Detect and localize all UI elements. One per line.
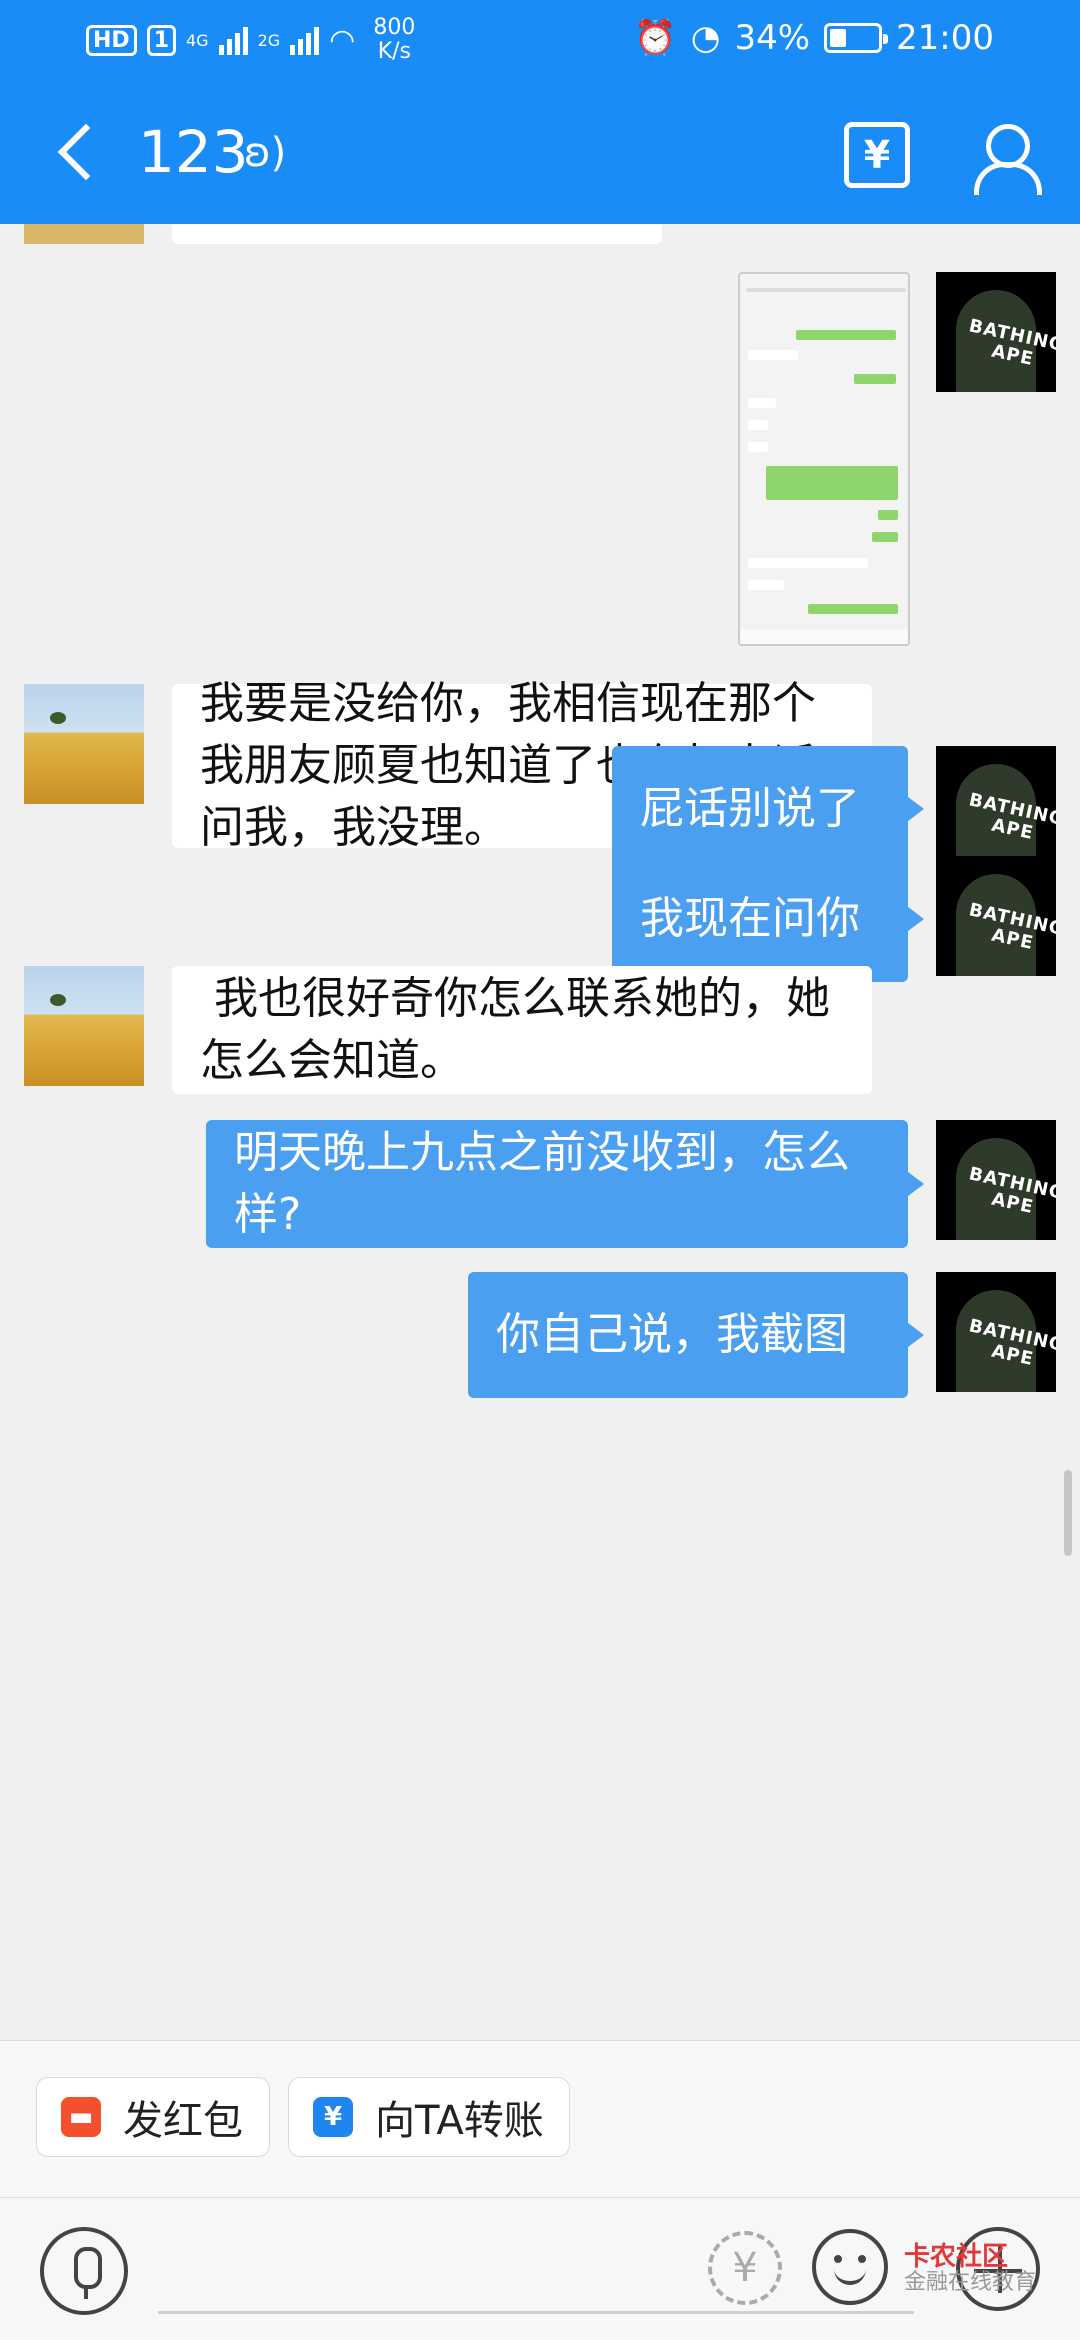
yuan-icon[interactable]: ¥ — [708, 2231, 782, 2305]
message-input[interactable] — [158, 2311, 914, 2314]
message-text: 我也很好奇你怎么联系她的，她怎么会知道。 — [200, 973, 830, 1086]
avatar-partial — [24, 224, 144, 244]
red-packet-button[interactable]: ▬ 发红包 — [36, 2077, 270, 2157]
hd-badge: HD — [86, 24, 137, 56]
ear-icon[interactable]: ʚ) — [244, 130, 286, 176]
clock: 21:00 — [896, 18, 994, 58]
my-avatar[interactable]: BATHING APE — [936, 856, 1056, 976]
wifi-icon: ◠ — [329, 22, 356, 58]
battery-icon — [824, 23, 889, 53]
message-bubble-outgoing[interactable]: 我现在问你 — [612, 856, 924, 982]
speed-unit: K/s — [377, 39, 411, 64]
red-packet-icon: ▬ — [61, 2097, 101, 2137]
red-packet-label: 发红包 — [123, 2098, 243, 2144]
chat-title: 123 — [138, 118, 249, 186]
battery-percent: 34% — [734, 18, 811, 58]
contact-avatar[interactable] — [24, 966, 144, 1086]
message-bubble-outgoing[interactable]: 你自己说，我截图 — [468, 1272, 924, 1398]
signal-icon-2 — [290, 25, 320, 55]
transfer-icon[interactable]: ¥ — [844, 122, 910, 188]
my-avatar[interactable]: BATHING APE — [936, 1120, 1056, 1240]
back-arrow-icon[interactable] — [44, 118, 114, 188]
sim-badge: 1 — [146, 24, 176, 56]
avatar-logo-text: BATHING APE — [967, 315, 1056, 370]
scrollbar[interactable] — [1064, 1470, 1072, 1556]
network-type-1: 4G — [186, 30, 209, 50]
my-avatar[interactable]: BATHING APE — [936, 272, 1056, 392]
app-header: HD 1 4G 2G ◠ 800 K/s ⏰ ◔ 34% 21:00 123 ʚ… — [0, 0, 1080, 224]
nav-bar: 123 ʚ) ¥ — [0, 100, 1080, 210]
alarm-icon: ⏰ — [634, 18, 677, 58]
watermark-line2: 金融在线教育 — [904, 2270, 1037, 2295]
message-bubble-outgoing[interactable]: 屁话别说了 — [612, 746, 924, 872]
microphone-icon[interactable] — [40, 2227, 128, 2315]
watermark-line1: 卡农社区 — [904, 2242, 1009, 2272]
data-saver-icon: ◔ — [690, 18, 721, 58]
status-bar: HD 1 4G 2G ◠ 800 K/s ⏰ ◔ 34% 21:00 — [0, 0, 1080, 80]
network-type-2: 2G — [257, 30, 281, 50]
my-avatar[interactable]: BATHING APE — [936, 1272, 1056, 1392]
network-speed: 800 K/s — [373, 16, 415, 64]
message-bubble-outgoing[interactable]: 明天晚上九点之前没收到，怎么样? — [206, 1120, 924, 1248]
message-text: 屁话别说了 — [640, 783, 860, 834]
speed-value: 800 — [373, 15, 416, 40]
profile-icon[interactable] — [972, 122, 1042, 195]
chat-area[interactable]: BATHING APE 我要是没给你，我相信现在那个我朋友顾夏也知道了也在打电话问… — [0, 224, 1080, 2040]
message-text: 你自己说，我截图 — [496, 1309, 848, 1360]
transfer-button[interactable]: ¥ 向TA转账 — [288, 2077, 570, 2157]
partial-message-bubble — [172, 224, 662, 244]
contact-avatar[interactable] — [24, 684, 144, 804]
message-text: 我现在问你 — [640, 893, 860, 944]
image-message[interactable] — [738, 272, 910, 646]
message-bubble-incoming[interactable]: 我也很好奇你怎么联系她的，她怎么会知道。 — [172, 966, 872, 1094]
bottom-bar: ▬ 发红包 ¥ 向TA转账 ¥ 卡农社区 金融在线教育 — [0, 2040, 1080, 2340]
transfer-yuan-icon: ¥ — [313, 2097, 353, 2137]
emoji-icon[interactable] — [812, 2229, 888, 2305]
signal-icon — [218, 25, 248, 55]
transfer-label: 向TA转账 — [375, 2098, 544, 2144]
my-avatar[interactable]: BATHING APE — [936, 746, 1056, 866]
watermark: 卡农社区 金融在线教育 — [904, 2242, 1037, 2295]
message-text: 明天晚上九点之前没收到，怎么样? — [234, 1127, 850, 1240]
divider — [0, 2197, 1080, 2198]
